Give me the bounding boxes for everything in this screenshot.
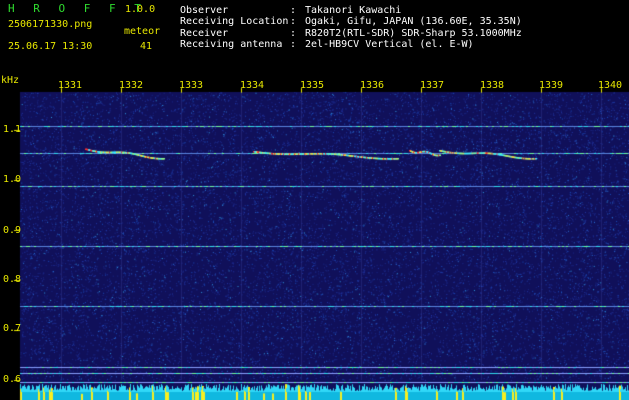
x-tick-label: 1332 bbox=[119, 80, 144, 91]
receiver-label: Receiver bbox=[180, 28, 229, 39]
x-tick-label: 1336 bbox=[360, 80, 385, 91]
x-tick-label: 1337 bbox=[420, 80, 445, 91]
meteor-label: meteor bbox=[124, 26, 161, 37]
y-tick-label: 0.6 bbox=[3, 374, 22, 385]
separator: : bbox=[290, 5, 297, 16]
x-tick-label: 1334 bbox=[240, 80, 265, 91]
record-datetime: 25.06.17 13:30 bbox=[8, 41, 93, 52]
y-tick-label: 0.7 bbox=[3, 323, 22, 334]
y-tick-label: 1.1 bbox=[3, 124, 22, 135]
location-value: Ogaki, Gifu, JAPAN (136.60E, 35.35N) bbox=[305, 16, 522, 27]
observer-label: Observer bbox=[180, 5, 229, 16]
app-version: 1.0.0 bbox=[125, 4, 156, 15]
separator: : bbox=[290, 28, 297, 39]
x-tick-label: 1340 bbox=[598, 80, 623, 91]
file-name: 2506171330.png bbox=[8, 19, 93, 30]
y-axis-unit: kHz bbox=[1, 75, 20, 86]
x-tick-label: 1339 bbox=[539, 80, 564, 91]
separator: : bbox=[290, 39, 297, 50]
x-tick-label: 1333 bbox=[179, 80, 204, 91]
meteor-count: 41 bbox=[140, 41, 153, 52]
y-tick-label: 0.8 bbox=[3, 274, 22, 285]
y-tick-label: 0.9 bbox=[3, 225, 22, 236]
location-label: Receiving Location bbox=[180, 16, 289, 27]
observer-value: Takanori Kawachi bbox=[305, 5, 402, 16]
antenna-value: 2el-HB9CV Vertical (el. E-W) bbox=[305, 39, 474, 50]
spectrogram bbox=[0, 0, 629, 400]
y-tick-label: 1.0 bbox=[3, 174, 22, 185]
antenna-label: Receiving antenna bbox=[180, 39, 283, 50]
separator: : bbox=[290, 16, 297, 27]
x-tick-label: 1335 bbox=[300, 80, 325, 91]
x-tick-label: 1338 bbox=[480, 80, 505, 91]
x-tick-label: 1331 bbox=[58, 80, 83, 91]
receiver-value: R820T2(RTL-SDR) SDR-Sharp 53.1000MHz bbox=[305, 28, 522, 39]
